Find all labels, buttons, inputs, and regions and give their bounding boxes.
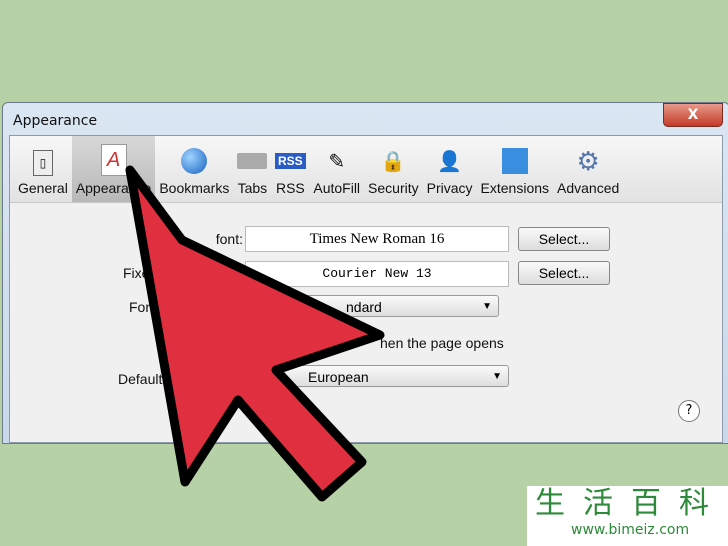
- arrow-shape: [125, 165, 385, 502]
- watermark-chinese: 生活百科: [535, 486, 727, 521]
- watermark-url: www.bimeiz.com: [571, 522, 690, 538]
- pointer-arrow: [125, 165, 385, 502]
- watermark: 生活百科 www.bimeiz.com: [527, 486, 728, 546]
